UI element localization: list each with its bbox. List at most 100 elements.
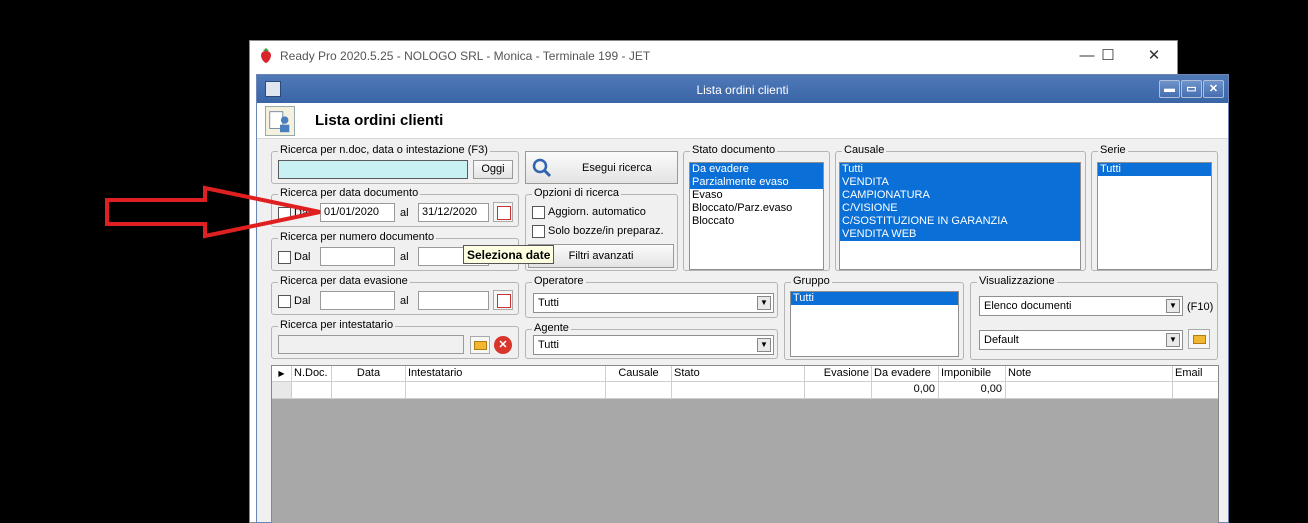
cell-causale[interactable] [606, 382, 672, 398]
doc-state-group: Stato documento Da evadere Parzialmente … [683, 144, 830, 271]
eva-date-from-input[interactable] [320, 291, 395, 310]
causale-item-0[interactable]: Tutti [840, 163, 1080, 176]
serie-item-0[interactable]: Tutti [1098, 163, 1211, 176]
auto-update-checkbox[interactable] [532, 206, 545, 219]
app-titlebar: Ready Pro 2020.5.25 - NOLOGO SRL - Monic… [250, 41, 1177, 71]
view-label: Visualizzazione [977, 275, 1057, 287]
doc-state-label: Stato documento [690, 144, 778, 156]
doc-state-item-0[interactable]: Da evadere [690, 163, 823, 176]
col-imponibile[interactable]: Imponibile [939, 366, 1006, 382]
orders-window: Lista ordini clienti ▬ ▭ ✕ Lista ordini … [256, 74, 1229, 523]
doc-number-from-input[interactable] [320, 247, 395, 266]
cell-stato[interactable] [672, 382, 805, 398]
eva-date-checkbox[interactable] [278, 295, 291, 308]
search-ndoc-input[interactable] [278, 160, 468, 179]
operator-select[interactable]: Tutti ▼ [533, 293, 774, 313]
doc-state-item-3[interactable]: Bloccato/Parz.evaso [690, 202, 823, 215]
cell-note[interactable] [1006, 382, 1173, 398]
causale-item-2[interactable]: CAMPIONATURA [840, 189, 1080, 202]
cell-evasione[interactable] [805, 382, 872, 398]
doc-number-checkbox[interactable] [278, 251, 291, 264]
col-causale[interactable]: Causale [606, 366, 672, 382]
serie-label: Serie [1098, 144, 1128, 156]
group-group: Gruppo Tutti [784, 275, 964, 360]
select-dates-tooltip: Seleziona date [463, 245, 555, 264]
chevron-down-icon[interactable]: ▼ [757, 296, 771, 310]
layout-select[interactable]: Default ▼ [979, 330, 1183, 350]
folder-icon[interactable] [470, 336, 490, 354]
agent-select[interactable]: Tutti ▼ [533, 335, 774, 355]
cell-ndoc[interactable] [292, 382, 332, 398]
doc-date-to-input[interactable]: 31/12/2020 [418, 203, 489, 222]
cell-data[interactable] [332, 382, 406, 398]
close-button[interactable]: ✕ [1134, 45, 1174, 67]
orders-grid[interactable]: ▶ N.Doc. Data Intestatario Causale Stato… [271, 365, 1219, 523]
maximize-button[interactable]: ☐ [1088, 45, 1128, 67]
view-select[interactable]: Elenco documenti ▼ [979, 296, 1183, 316]
eva-date-al-label: al [400, 295, 409, 307]
causale-item-3[interactable]: C/VISIONE [840, 202, 1080, 215]
doc-number-al-label: al [400, 251, 409, 263]
header-band: Lista ordini clienti [257, 103, 1228, 139]
causale-item-1[interactable]: VENDITA [840, 176, 1080, 189]
cell-imponibile[interactable]: 0,00 [939, 382, 1006, 398]
causale-item-5[interactable]: VENDITA WEB [840, 228, 1080, 241]
page-title: Lista ordini clienti [315, 112, 444, 129]
orders-window-titlebar: Lista ordini clienti ▬ ▭ ✕ [257, 75, 1228, 103]
doc-number-dal-label: Dal [294, 251, 311, 263]
cell-intestatario[interactable] [406, 382, 606, 398]
window-maximize-button[interactable]: ▭ [1181, 80, 1202, 98]
search-ndoc-group: Ricerca per n.doc, data o intestazione (… [271, 144, 519, 184]
doc-date-from-input[interactable]: 01/01/2020 [320, 203, 395, 222]
folder-icon[interactable] [1188, 329, 1210, 349]
causale-list[interactable]: Tutti VENDITA CAMPIONATURA C/VISIONE C/S… [839, 162, 1081, 270]
run-search-label: Esegui ricerca [582, 162, 652, 174]
drafts-only-checkbox[interactable] [532, 225, 545, 238]
row-selector[interactable] [272, 382, 292, 398]
eva-date-group: Ricerca per data evasione Dal al [271, 275, 519, 315]
chevron-down-icon[interactable]: ▼ [1166, 299, 1180, 313]
col-ndoc[interactable]: N.Doc. [292, 366, 332, 382]
group-item-0[interactable]: Tutti [791, 292, 958, 305]
operator-group: Operatore Tutti ▼ [525, 275, 778, 318]
col-intestatario[interactable]: Intestatario [406, 366, 606, 382]
holder-input[interactable] [278, 335, 464, 354]
search-options-label: Opzioni di ricerca [532, 187, 621, 199]
window-minimize-button[interactable]: ▬ [1159, 80, 1180, 98]
window-close-button[interactable]: ✕ [1203, 80, 1224, 98]
auto-update-label: Aggiorn. automatico [548, 206, 646, 218]
col-note[interactable]: Note [1006, 366, 1173, 382]
cell-email[interactable] [1173, 382, 1218, 398]
col-stato[interactable]: Stato [672, 366, 805, 382]
table-row[interactable]: 0,00 0,00 [272, 382, 1218, 399]
eva-date-to-input[interactable] [418, 291, 489, 310]
clear-icon[interactable]: ✕ [494, 336, 512, 354]
chevron-down-icon[interactable]: ▼ [757, 338, 771, 352]
col-evasione[interactable]: Evasione [805, 366, 872, 382]
col-data[interactable]: Data [332, 366, 406, 382]
chevron-down-icon[interactable]: ▼ [1166, 333, 1180, 347]
magnifier-icon [532, 158, 552, 178]
group-list[interactable]: Tutti [790, 291, 959, 357]
group-label: Gruppo [791, 275, 832, 287]
doc-state-item-1[interactable]: Parzialmente evaso [690, 176, 823, 189]
cell-da-evadere[interactable]: 0,00 [872, 382, 939, 398]
calendar-icon[interactable] [493, 202, 513, 222]
app-title: Ready Pro 2020.5.25 - NOLOGO SRL - Monic… [280, 49, 651, 63]
doc-state-item-2[interactable]: Evaso [690, 189, 823, 202]
col-da-evadere[interactable]: Da evadere [872, 366, 939, 382]
col-email[interactable]: Email [1173, 366, 1218, 382]
doc-state-item-4[interactable]: Bloccato [690, 215, 823, 228]
run-search-button[interactable]: Esegui ricerca [525, 151, 678, 184]
strawberry-icon [261, 48, 271, 63]
operator-value: Tutti [538, 297, 559, 309]
operator-label: Operatore [532, 275, 586, 287]
calendar-icon[interactable] [493, 290, 513, 310]
causale-item-4[interactable]: C/SOSTITUZIONE IN GARANZIA [840, 215, 1080, 228]
serie-list[interactable]: Tutti [1097, 162, 1212, 270]
today-button[interactable]: Oggi [473, 160, 513, 179]
doc-state-list[interactable]: Da evadere Parzialmente evaso Evaso Bloc… [689, 162, 824, 270]
view-value: Elenco documenti [984, 300, 1072, 312]
layout-value: Default [984, 334, 1019, 346]
annotation-arrow-icon [105, 185, 321, 239]
